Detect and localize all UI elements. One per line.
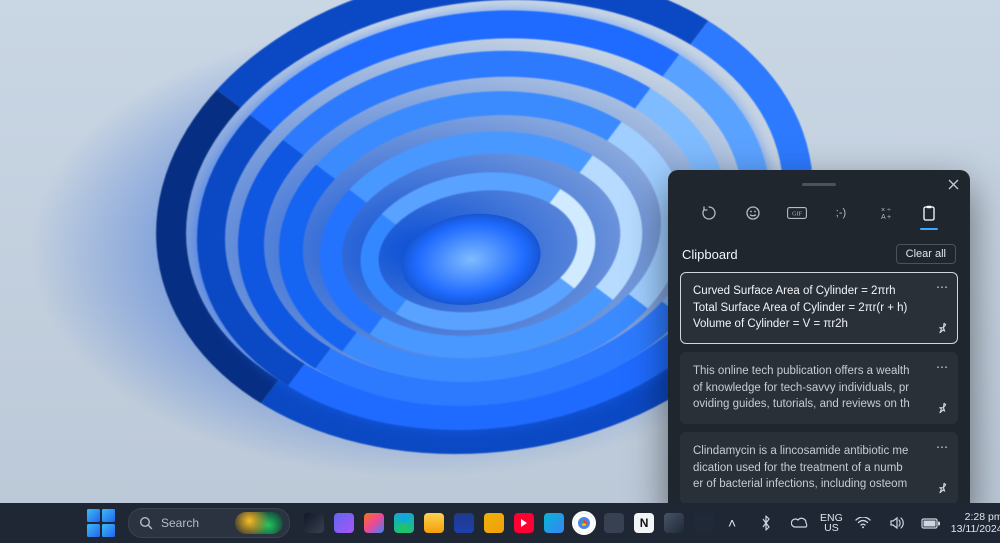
file-explorer-icon[interactable] <box>420 509 448 537</box>
language-switch[interactable]: ENG US <box>820 513 843 534</box>
youtube-icon[interactable] <box>510 509 538 537</box>
search-highlight-icon <box>235 512 283 534</box>
clipboard-item[interactable]: Curved Surface Area of Cylinder = 2πrhTo… <box>680 272 958 344</box>
notion-icon[interactable]: N <box>630 509 658 537</box>
item-more-button[interactable]: ⋯ <box>933 439 951 457</box>
clipboard-item[interactable]: This online tech publication offers a we… <box>680 352 958 424</box>
clipboard-item-text: This online tech publication offers a we… <box>693 363 929 380</box>
tray-overflow-button[interactable]: ˄ <box>718 509 746 537</box>
gif-tab[interactable]: GIF <box>786 202 808 224</box>
svg-text:GIF: GIF <box>792 212 802 218</box>
clipboard-item-text: Volume of Cylinder = V = πr2h <box>693 316 929 333</box>
clipboard-item-text: er of bacterial infections, including os… <box>693 476 929 493</box>
chrome-icon[interactable] <box>570 509 598 537</box>
svg-text:÷: ÷ <box>887 207 891 214</box>
kaomoji-tab[interactable]: ;-) <box>830 202 852 224</box>
app-icon-1[interactable] <box>600 509 628 537</box>
start-button[interactable] <box>84 506 118 540</box>
edge-icon[interactable] <box>390 509 418 537</box>
taskbar-search[interactable]: Search <box>128 508 290 538</box>
item-pin-button[interactable] <box>933 319 951 337</box>
search-placeholder: Search <box>161 516 199 530</box>
clipboard-panel: GIF ;-) ×÷Α+ Clipboard Clear all Curved … <box>668 170 970 516</box>
app-generic-icon[interactable] <box>480 509 508 537</box>
wifi-tray-icon[interactable] <box>849 509 877 537</box>
taskbar-clock[interactable]: 2:28 pm 13/11/2024 <box>951 511 1000 535</box>
photos-icon[interactable] <box>540 509 568 537</box>
app-icon-2[interactable] <box>690 509 718 537</box>
item-pin-button[interactable] <box>933 399 951 417</box>
task-view-icon[interactable] <box>300 509 328 537</box>
panel-tab-row: GIF ;-) ×÷Α+ <box>668 198 970 230</box>
panel-grip-bar[interactable] <box>668 170 970 198</box>
item-more-button[interactable]: ⋯ <box>933 359 951 377</box>
clipboard-item[interactable]: Clindamycin is a lincosamide antibiotic … <box>680 432 958 504</box>
store-icon[interactable] <box>450 509 478 537</box>
clipboard-item-text: Clindamycin is a lincosamide antibiotic … <box>693 443 929 460</box>
taskbar: Search N ˄ ENG US 2:28 pm 13/11/2024 <box>0 503 1000 543</box>
clipboard-item-text: oviding guides, tutorials, and reviews o… <box>693 396 929 413</box>
svg-text:×: × <box>881 207 885 214</box>
clipboard-item-text: Curved Surface Area of Cylinder = 2πrh <box>693 283 929 300</box>
sound-tray-icon[interactable] <box>883 509 911 537</box>
settings-icon[interactable] <box>660 509 688 537</box>
svg-text:+: + <box>887 214 891 221</box>
recent-tab[interactable] <box>698 202 720 224</box>
svg-text:Α: Α <box>881 214 886 221</box>
widgets-icon[interactable] <box>360 509 388 537</box>
panel-close-button[interactable] <box>942 174 964 194</box>
item-pin-button[interactable] <box>933 479 951 497</box>
emoji-tab[interactable] <box>742 202 764 224</box>
chat-icon[interactable] <box>330 509 358 537</box>
panel-section-title: Clipboard <box>682 247 738 262</box>
clipboard-item-text: of knowledge for tech-savvy individuals,… <box>693 380 929 397</box>
bluetooth-tray-icon[interactable] <box>752 509 780 537</box>
onedrive-tray-icon[interactable] <box>786 509 814 537</box>
battery-tray-icon[interactable] <box>917 509 945 537</box>
symbols-tab[interactable]: ×÷Α+ <box>874 202 896 224</box>
clipboard-item-text: Total Surface Area of Cylinder = 2πr(r +… <box>693 300 929 317</box>
clipboard-item-text: dication used for the treatment of a num… <box>693 460 929 477</box>
clipboard-items-list: Curved Surface Area of Cylinder = 2πrhTo… <box>668 272 970 504</box>
clipboard-tab[interactable] <box>918 202 940 224</box>
item-more-button[interactable]: ⋯ <box>933 279 951 297</box>
search-icon <box>139 516 153 530</box>
clear-all-button[interactable]: Clear all <box>896 244 956 264</box>
